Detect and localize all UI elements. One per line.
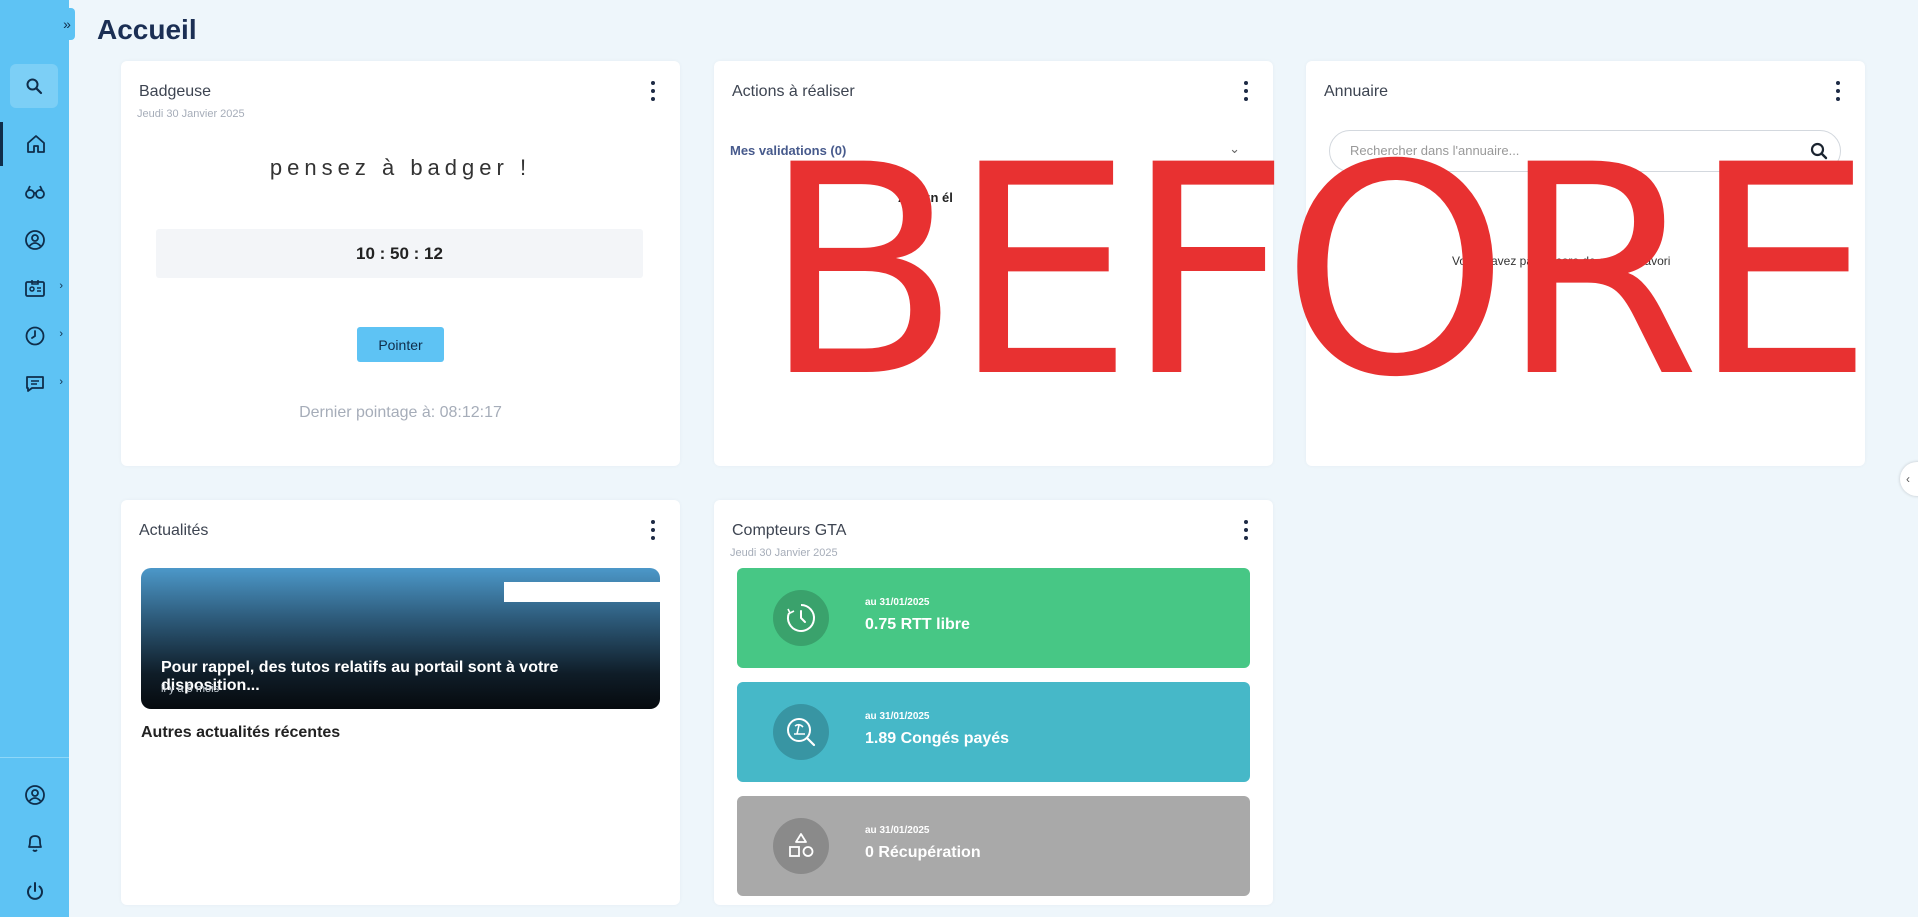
clock-display: 10 : 50 : 12 bbox=[156, 229, 643, 278]
id-card-icon bbox=[24, 280, 45, 297]
side-panel-handle[interactable]: ‹ bbox=[1900, 462, 1918, 496]
last-punch-text: Dernier pointage à: 08:12:17 bbox=[299, 404, 502, 421]
binoculars-icon bbox=[24, 185, 45, 199]
card-date: Jeudi 30 Janvier 2025 bbox=[730, 547, 838, 559]
kebab-menu-icon[interactable] bbox=[650, 520, 656, 540]
more-news-heading[interactable]: Autres actualités récentes bbox=[141, 724, 340, 742]
profile-icon bbox=[24, 785, 45, 805]
counter-value: 0.75 RTT libre bbox=[865, 616, 970, 633]
before-overlay-text: BEFORE bbox=[762, 104, 1874, 441]
chevron-right-icon: › bbox=[59, 280, 63, 292]
card-title: Actualités bbox=[139, 522, 209, 539]
home-icon bbox=[27, 135, 45, 153]
card-date: Jeudi 30 Janvier 2025 bbox=[137, 108, 245, 120]
card-title: Actions à réaliser bbox=[732, 83, 855, 100]
chevron-right-icon: › bbox=[59, 376, 63, 388]
card-title: Compteurs GTA bbox=[732, 522, 847, 539]
counter-date: au 31/01/2025 bbox=[865, 711, 930, 722]
sidebar-toggle-button[interactable]: » bbox=[59, 8, 75, 40]
news-banner-strip bbox=[504, 582, 660, 602]
actualites-card: Actualités Pour rappel, des tutos relati… bbox=[121, 500, 680, 905]
news-item[interactable]: Pour rappel, des tutos relatifs au porta… bbox=[141, 568, 660, 709]
kebab-menu-icon[interactable] bbox=[1243, 520, 1249, 540]
counter-conges[interactable]: au 31/01/2025 1.89 Congés payés bbox=[737, 682, 1250, 782]
beach-icon bbox=[773, 704, 829, 760]
counter-date: au 31/01/2025 bbox=[865, 597, 930, 608]
news-title: Pour rappel, des tutos relatifs au porta… bbox=[161, 659, 559, 694]
card-title: Annuaire bbox=[1324, 83, 1389, 100]
sidebar-separator bbox=[0, 757, 69, 758]
counter-value: 0 Récupération bbox=[865, 844, 981, 861]
card-title: Badgeuse bbox=[139, 83, 212, 100]
sidebar-item-logout[interactable] bbox=[0, 869, 69, 913]
badge-reminder: pensez à badger ! bbox=[269, 155, 532, 180]
sidebar-item-notifications[interactable] bbox=[0, 821, 69, 865]
bell-icon bbox=[27, 835, 42, 852]
kebab-menu-icon[interactable] bbox=[1835, 81, 1841, 101]
page-title: Accueil bbox=[97, 14, 197, 45]
counter-recuperation[interactable]: au 31/01/2025 0 Récupération bbox=[737, 796, 1250, 896]
sidebar-item-user[interactable] bbox=[0, 218, 69, 262]
chat-icon bbox=[25, 376, 44, 392]
sidebar-item-profile[interactable] bbox=[0, 773, 69, 817]
kebab-menu-icon[interactable] bbox=[650, 81, 656, 101]
sidebar-item-messages[interactable]: › bbox=[0, 362, 69, 406]
kebab-menu-icon[interactable] bbox=[1243, 81, 1249, 101]
counter-rtt[interactable]: au 31/01/2025 0.75 RTT libre bbox=[737, 568, 1250, 668]
user-circle-icon bbox=[24, 230, 45, 250]
sidebar-item-id-card[interactable]: › bbox=[0, 266, 69, 310]
power-icon bbox=[26, 882, 43, 900]
sidebar-item-time[interactable]: › bbox=[0, 314, 69, 358]
sidebar-item-home[interactable] bbox=[0, 122, 69, 166]
sidebar: › › › bbox=[0, 0, 69, 917]
compteurs-card: Compteurs GTA Jeudi 30 Janvier 2025 au 3… bbox=[714, 500, 1273, 905]
chevron-right-icon: › bbox=[59, 328, 63, 340]
news-time: il y a 5 mois bbox=[161, 683, 220, 695]
counter-value: 1.89 Congés payés bbox=[865, 730, 1010, 747]
pointer-button[interactable]: Pointer bbox=[357, 327, 444, 362]
clock-icon bbox=[25, 326, 44, 346]
shapes-icon bbox=[773, 818, 829, 874]
sidebar-item-binoculars[interactable] bbox=[0, 170, 69, 214]
badgeuse-card: Badgeuse Jeudi 30 Janvier 2025 pensez à … bbox=[121, 61, 680, 466]
sidebar-search-button[interactable] bbox=[10, 64, 58, 108]
counter-date: au 31/01/2025 bbox=[865, 825, 930, 836]
clock-icon bbox=[773, 590, 829, 646]
search-icon bbox=[26, 78, 43, 95]
